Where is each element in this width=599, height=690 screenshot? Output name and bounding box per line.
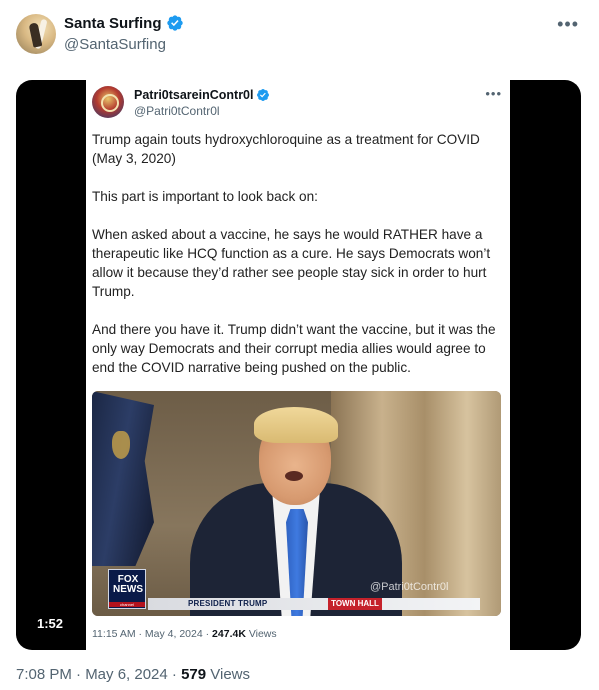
embedded-more-icon: ••• <box>485 86 502 101</box>
embedded-timestamp: 11:15 AM · May 4, 2024 · <box>92 628 213 640</box>
author-name-row: Santa Surfing <box>64 14 184 32</box>
network-logo-text: FOX NEWS <box>111 575 145 595</box>
post-meta: 7:08 PM · May 6, 2024 · 579 Views <box>16 666 250 683</box>
embedded-verified-badge-icon <box>257 89 270 101</box>
embedded-author-avatar <box>92 86 124 118</box>
speaker-hair <box>254 407 338 443</box>
video-player[interactable]: Patri0tsareinContr0l @Patri0tContr0l •••… <box>16 80 581 650</box>
video-duration-badge: 1:52 <box>30 613 71 635</box>
speaker-mouth <box>285 471 303 481</box>
post-views-label: Views <box>206 666 251 683</box>
embedded-views-label: Views <box>245 628 277 640</box>
more-options-icon[interactable]: ••• <box>557 14 579 35</box>
embedded-paragraph: This part is important to look back on: <box>92 189 318 204</box>
embedded-post-text: Trump again touts hydroxychloroquine as … <box>92 130 504 396</box>
embedded-paragraph: When asked about a vaccine, he says he w… <box>92 227 491 299</box>
network-logo-line2: NEWS <box>113 584 143 595</box>
verified-badge-icon <box>166 15 183 31</box>
embedded-post-screenshot: Patri0tsareinContr0l @Patri0tContr0l •••… <box>86 80 510 650</box>
embedded-name-row: Patri0tsareinContr0l <box>134 88 270 102</box>
embedded-post-meta: 11:15 AM · May 4, 2024 · 247.4K Views <box>92 628 277 640</box>
author-display-name[interactable]: Santa Surfing <box>64 15 162 32</box>
embedded-views-count: 247.4K <box>212 628 246 640</box>
embedded-post-header: Patri0tsareinContr0l @Patri0tContr0l ••• <box>92 86 502 122</box>
lower-third-text: PRESIDENT TRUMP <box>188 599 268 608</box>
flag-shape <box>92 391 154 566</box>
embedded-display-name: Patri0tsareinContr0l <box>134 88 254 102</box>
embedded-video-frame: PRESIDENT TRUMP TOWN HALL FOX NEWS chann… <box>92 391 501 616</box>
lower-third-tag: TOWN HALL <box>328 598 382 610</box>
author-handle[interactable]: @SantaSurfing <box>64 36 166 53</box>
author-avatar[interactable] <box>16 14 56 54</box>
post-header: Santa Surfing @SantaSurfing ••• <box>16 12 583 60</box>
network-logo: FOX NEWS channel <box>108 569 146 609</box>
embedded-handle: @Patri0tContr0l <box>134 104 220 118</box>
embedded-paragraph: And there you have it. Trump didn’t want… <box>92 322 496 375</box>
video-watermark: @Patri0tContr0l <box>370 581 449 593</box>
network-logo-sub: channel <box>109 602 145 607</box>
embedded-paragraph: Trump again touts hydroxychloroquine as … <box>92 132 480 166</box>
post-views-count: 579 <box>181 666 207 683</box>
post-timestamp[interactable]: 7:08 PM · May 6, 2024 · <box>16 666 181 683</box>
